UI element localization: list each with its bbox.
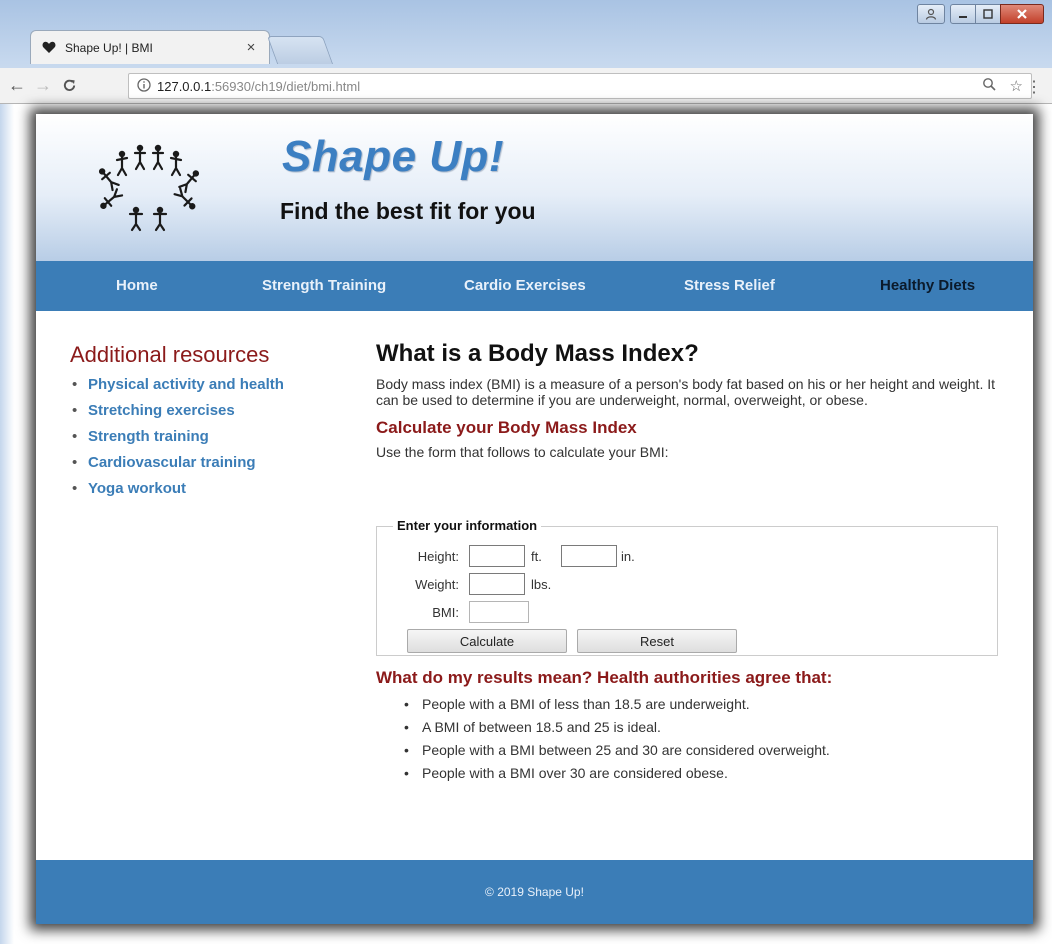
results-list: People with a BMI of less than 18.5 are … — [400, 696, 830, 788]
nav-strength-training[interactable]: Strength Training — [262, 277, 386, 294]
main-content: What is a Body Mass Index? Body mass ind… — [376, 340, 1012, 781]
heart-favicon-icon — [41, 40, 57, 56]
resource-item: Physical activity and health — [70, 376, 330, 402]
weight-unit-label: lbs. — [531, 577, 552, 592]
profile-icon[interactable] — [917, 4, 945, 24]
bmi-label: BMI: — [432, 605, 459, 620]
site-footer: © 2019 Shape Up! — [36, 860, 1033, 924]
back-arrow-icon[interactable]: ← — [4, 73, 30, 99]
window-controls — [917, 4, 1044, 24]
resource-link-stretching[interactable]: Stretching exercises — [88, 402, 235, 419]
tab-close-icon[interactable]: × — [243, 39, 259, 56]
menu-dots-icon[interactable]: ⋮ — [1026, 77, 1042, 97]
url-path: :56930/ch19/diet/bmi.html — [211, 78, 361, 94]
browser-toolbar: ← → 127.0.0.1 :56930/ch19/diet/bmi.html … — [0, 68, 1052, 104]
main-nav: Home Strength Training Cardio Exercises … — [36, 261, 1033, 311]
calculate-button[interactable]: Calculate — [407, 629, 567, 653]
info-icon[interactable] — [137, 77, 151, 95]
resource-list: Physical activity and health Stretching … — [70, 376, 330, 506]
logo-people-circle-icon — [84, 136, 214, 236]
sidebar: Additional resources Physical activity a… — [70, 342, 330, 506]
resource-link-cardio[interactable]: Cardiovascular training — [88, 454, 256, 471]
list-item: A BMI of between 18.5 and 25 is ideal. — [400, 719, 830, 742]
bmi-output — [469, 601, 529, 623]
site-header: Shape Up! Find the best fit for you — [36, 114, 1033, 261]
omnibox-actions: ☆ — [982, 77, 1023, 95]
weight-label: Weight: — [415, 577, 459, 592]
nav-home[interactable]: Home — [116, 277, 158, 294]
zoom-icon[interactable] — [982, 77, 996, 95]
nav-stress-relief[interactable]: Stress Relief — [684, 277, 775, 294]
weight-input[interactable] — [469, 573, 525, 595]
resource-item: Stretching exercises — [70, 402, 330, 428]
nav-cardio-exercises[interactable]: Cardio Exercises — [464, 277, 586, 294]
bmi-form: Enter your information Height: ft. in. W… — [376, 518, 998, 656]
list-item: People with a BMI of less than 18.5 are … — [400, 696, 830, 719]
resource-item: Yoga workout — [70, 480, 330, 506]
resource-item: Strength training — [70, 428, 330, 454]
feet-unit-label: ft. — [531, 549, 542, 564]
forward-arrow-icon[interactable]: → — [30, 73, 56, 99]
height-feet-input[interactable] — [469, 545, 525, 567]
reload-icon[interactable] — [56, 73, 82, 99]
resource-link-physical-activity[interactable]: Physical activity and health — [88, 376, 284, 393]
viewport-edge — [0, 104, 14, 944]
calc-heading: Calculate your Body Mass Index — [376, 418, 637, 437]
minimize-button[interactable] — [950, 4, 976, 24]
address-bar[interactable]: 127.0.0.1 :56930/ch19/diet/bmi.html ☆ — [128, 73, 1032, 99]
instructions-text: Use the form that follows to calculate y… — [376, 444, 669, 460]
resource-link-yoga[interactable]: Yoga workout — [88, 480, 186, 497]
inches-unit-label: in. — [621, 549, 635, 564]
url-host: 127.0.0.1 — [157, 78, 212, 94]
page-title: What is a Body Mass Index? — [376, 340, 699, 367]
site-title: Shape Up! — [282, 132, 505, 181]
footer-copyright: © 2019 Shape Up! — [485, 885, 584, 899]
close-window-button[interactable] — [1000, 4, 1044, 24]
list-item: People with a BMI over 30 are considered… — [400, 765, 830, 788]
new-tab-button[interactable] — [266, 36, 334, 64]
form-legend: Enter your information — [393, 518, 542, 533]
height-label: Height: — [417, 549, 459, 564]
maximize-button[interactable] — [975, 4, 1001, 24]
intro-paragraph: Body mass index (BMI) is a measure of a … — [376, 376, 996, 408]
bookmark-star-icon[interactable]: ☆ — [1010, 77, 1023, 95]
tab-strip: Shape Up! | BMI × — [0, 0, 1052, 68]
page-container: Shape Up! Find the best fit for you Home… — [36, 114, 1033, 924]
results-heading: What do my results mean? Health authorit… — [376, 668, 833, 687]
reset-button[interactable]: Reset — [577, 629, 737, 653]
nav-healthy-diets[interactable]: Healthy Diets — [880, 277, 975, 294]
list-item: People with a BMI between 25 and 30 are … — [400, 742, 830, 765]
resource-item: Cardiovascular training — [70, 454, 330, 480]
sidebar-heading: Additional resources — [70, 342, 270, 367]
browser-tab[interactable]: Shape Up! | BMI × — [30, 30, 270, 64]
resource-link-strength[interactable]: Strength training — [88, 428, 209, 445]
tab-title: Shape Up! | BMI — [65, 40, 153, 55]
site-tagline: Find the best fit for you — [280, 198, 536, 224]
height-inches-input[interactable] — [561, 545, 617, 567]
browser-chrome: Shape Up! | BMI × ← → 127.0.0.1:56930/c… — [0, 0, 1052, 104]
